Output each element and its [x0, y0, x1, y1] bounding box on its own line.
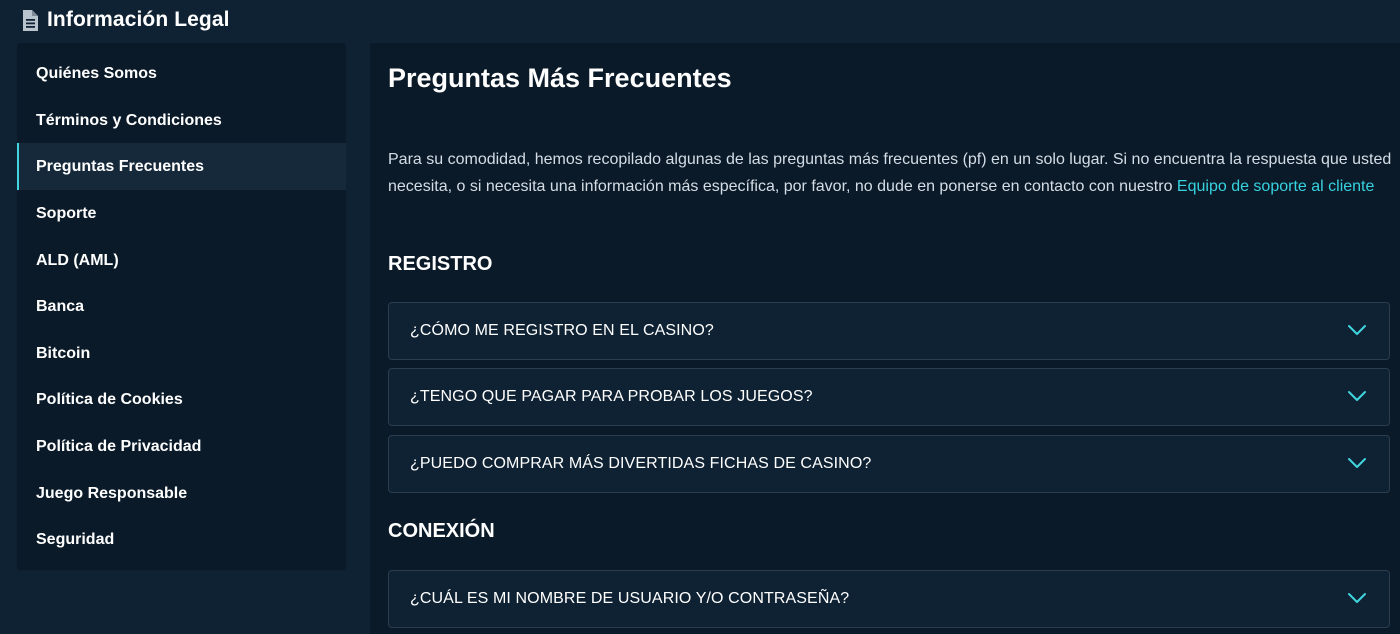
sidebar-item-banca[interactable]: Banca: [17, 283, 346, 330]
sidebar-item-quienes-somos[interactable]: Quiénes Somos: [17, 50, 346, 97]
chevron-down-icon: [1348, 325, 1366, 335]
section-title-conexion: CONEXIÓN: [388, 520, 495, 542]
faq-question: ¿CUÁL ES MI NOMBRE DE USUARIO Y/O CONTRA…: [410, 590, 850, 607]
faq-content: Preguntas Más Frecuentes Para su comodid…: [370, 43, 1400, 634]
page-title: Preguntas Más Frecuentes: [388, 63, 732, 93]
section-title-registro: REGISTRO: [388, 253, 493, 275]
top-bar: Información Legal: [0, 0, 1400, 42]
sidebar-item-preguntas-frecuentes[interactable]: Preguntas Frecuentes: [17, 143, 346, 190]
faq-question: ¿CÓMO ME REGISTRO EN EL CASINO?: [410, 322, 714, 339]
sidebar-item-soporte[interactable]: Soporte: [17, 190, 346, 237]
faq-question: ¿PUEDO COMPRAR MÁS DIVERTIDAS FICHAS DE …: [410, 455, 872, 472]
intro-paragraph: Para su comodidad, hemos recopilado algu…: [388, 147, 1393, 200]
sidebar-item-terminos[interactable]: Términos y Condiciones: [17, 97, 346, 144]
faq-question: ¿TENGO QUE PAGAR PARA PROBAR LOS JUEGOS?: [410, 388, 813, 405]
faq-item[interactable]: ¿PUEDO COMPRAR MÁS DIVERTIDAS FICHAS DE …: [388, 435, 1390, 493]
sidebar-item-juego-responsable[interactable]: Juego Responsable: [17, 470, 346, 517]
faq-item[interactable]: ¿CUÁL ES MI NOMBRE DE USUARIO Y/O CONTRA…: [388, 570, 1390, 628]
faq-item[interactable]: ¿CÓMO ME REGISTRO EN EL CASINO?: [388, 302, 1390, 360]
sidebar-item-ald-aml[interactable]: ALD (AML): [17, 237, 346, 284]
legal-sidebar: Quiénes Somos Términos y Condiciones Pre…: [17, 43, 346, 570]
sidebar-item-bitcoin[interactable]: Bitcoin: [17, 330, 346, 377]
document-icon: [23, 10, 38, 31]
chevron-down-icon: [1348, 593, 1366, 603]
sidebar-item-cookies[interactable]: Política de Cookies: [17, 376, 346, 423]
sidebar-item-privacidad[interactable]: Política de Privacidad: [17, 423, 346, 470]
support-team-link[interactable]: Equipo de soporte al cliente: [1177, 178, 1374, 195]
sidebar-item-seguridad[interactable]: Seguridad: [17, 516, 346, 563]
chevron-down-icon: [1348, 391, 1366, 401]
page-header-title: Información Legal: [47, 8, 230, 31]
faq-item[interactable]: ¿TENGO QUE PAGAR PARA PROBAR LOS JUEGOS?: [388, 368, 1390, 426]
chevron-down-icon: [1348, 458, 1366, 468]
